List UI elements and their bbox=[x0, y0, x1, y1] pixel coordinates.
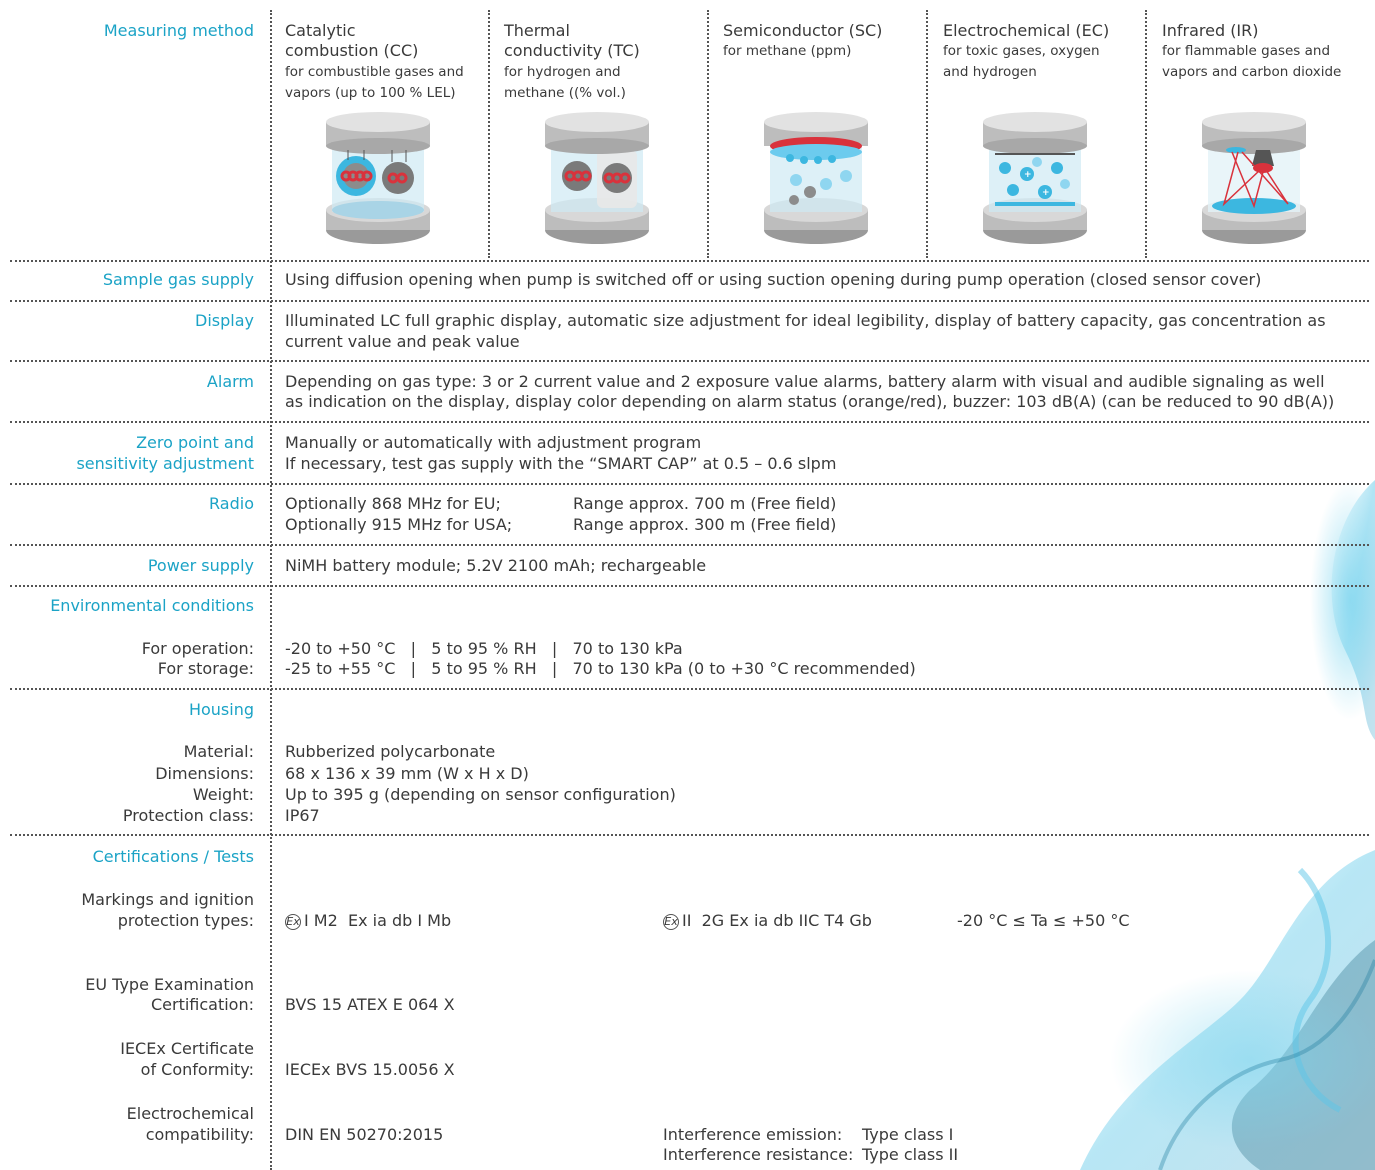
ex-icon: Ex bbox=[285, 914, 301, 930]
operation-label: For operation: bbox=[141, 639, 254, 658]
electrochemical-sensor-icon: ++ bbox=[983, 112, 1087, 244]
method-title: combustion (CC) bbox=[285, 41, 419, 60]
method-divider bbox=[488, 10, 490, 258]
zero-point-label: Zero point and bbox=[136, 433, 254, 452]
method-divider bbox=[926, 10, 928, 258]
svg-text:+: + bbox=[1024, 170, 1032, 180]
method-description: vapors (up to 100 % LEL) bbox=[285, 85, 456, 101]
sample-gas-supply-value: Using diffusion opening when pump is swi… bbox=[285, 270, 1262, 289]
marking-gas: Ex II 2G Ex ia db IIC T4 Gb bbox=[663, 911, 872, 930]
marking-mining: Ex I M2 Ex ia db I Mb bbox=[285, 911, 451, 930]
iecex-value: IECEx BVS 15.0056 X bbox=[285, 1060, 455, 1079]
display-label: Display bbox=[195, 311, 254, 330]
housing-field-value: Up to 395 g (depending on sensor configu… bbox=[285, 785, 676, 804]
section-divider bbox=[10, 421, 1369, 423]
section-divider bbox=[10, 688, 1369, 690]
catalytic-combustion-sensor-icon bbox=[326, 112, 430, 244]
emc-label: compatibility: bbox=[145, 1125, 254, 1144]
housing-label: Housing bbox=[188, 700, 254, 719]
marking-text: I M2 Ex ia db I Mb bbox=[304, 911, 452, 930]
method-title: Electrochemical (EC) bbox=[943, 21, 1110, 40]
alarm-value: as indication on the display, display co… bbox=[285, 392, 1335, 411]
display-value: Illuminated LC full graphic display, aut… bbox=[285, 311, 1326, 330]
section-divider bbox=[10, 544, 1369, 546]
alarm-label: Alarm bbox=[206, 372, 254, 391]
emission-label: Interference emission: bbox=[663, 1125, 843, 1144]
method-title: conductivity (TC) bbox=[504, 41, 640, 60]
emc-value: DIN EN 50270:2015 bbox=[285, 1125, 444, 1144]
sample-gas-supply-label: Sample gas supply bbox=[102, 270, 254, 289]
section-divider bbox=[10, 834, 1369, 836]
housing-field-label: Protection class: bbox=[122, 806, 254, 825]
svg-text:+: + bbox=[1042, 188, 1050, 198]
eu-type-label: EU Type Examination bbox=[85, 975, 254, 994]
section-divider bbox=[10, 585, 1369, 587]
housing-field-value: 68 x 136 x 39 mm (W x H x D) bbox=[285, 764, 529, 783]
method-title: Infrared (IR) bbox=[1162, 21, 1259, 40]
emission-value: Type class I bbox=[862, 1125, 954, 1144]
display-value: current value and peak value bbox=[285, 332, 520, 351]
operation-value: -20 to +50 °C | 5 to 95 % RH | 70 to 130… bbox=[285, 639, 683, 658]
markings-label: Markings and ignition bbox=[81, 890, 254, 909]
radio-range: Range approx. 300 m (Free field) bbox=[573, 515, 837, 534]
method-description: vapors and carbon dioxide bbox=[1162, 64, 1342, 80]
radio-range: Range approx. 700 m (Free field) bbox=[573, 494, 837, 513]
method-title: Thermal bbox=[504, 21, 570, 40]
measuring-method-label: Measuring method bbox=[103, 21, 254, 40]
iecex-label: IECEx Certificate bbox=[120, 1039, 254, 1058]
eu-type-value: BVS 15 ATEX E 064 X bbox=[285, 995, 455, 1014]
section-divider bbox=[10, 360, 1369, 362]
resistance-label: Interference resistance: bbox=[663, 1145, 854, 1164]
housing-field-label: Weight: bbox=[192, 785, 254, 804]
section-divider bbox=[10, 300, 1369, 302]
method-description: and hydrogen bbox=[943, 64, 1037, 80]
housing-field-value: Rubberized polycarbonate bbox=[285, 742, 496, 761]
emc-label: Electrochemical bbox=[126, 1104, 254, 1123]
method-divider bbox=[707, 10, 709, 258]
method-description: methane ((% vol.) bbox=[504, 85, 626, 101]
method-description: for toxic gases, oxygen bbox=[943, 43, 1100, 59]
housing-field-label: Material: bbox=[183, 742, 254, 761]
eu-type-label: Certification: bbox=[150, 995, 254, 1014]
power-supply-label: Power supply bbox=[147, 556, 254, 575]
section-divider bbox=[10, 483, 1369, 485]
radio-label: Radio bbox=[209, 494, 254, 513]
method-description: for flammable gases and bbox=[1162, 43, 1331, 59]
environmental-label: Environmental conditions bbox=[50, 596, 254, 615]
storage-value: -25 to +55 °C | 5 to 95 % RH | 70 to 130… bbox=[285, 659, 916, 678]
iecex-label: of Conformity: bbox=[140, 1060, 254, 1079]
marking-text: II 2G Ex ia db IIC T4 Gb bbox=[682, 911, 872, 930]
method-divider bbox=[1145, 10, 1147, 258]
ex-icon: Ex bbox=[663, 914, 679, 930]
resistance-value: Type class II bbox=[862, 1145, 959, 1164]
certifications-label: Certifications / Tests bbox=[92, 847, 254, 866]
ambient-temperature: -20 °C ≤ Ta ≤ +50 °C bbox=[957, 911, 1130, 930]
infrared-sensor-icon bbox=[1202, 112, 1306, 244]
method-description: for combustible gases and bbox=[285, 64, 464, 80]
zero-point-value: Manually or automatically with adjustmen… bbox=[285, 433, 702, 452]
zero-point-value: If necessary, test gas supply with the “… bbox=[285, 454, 837, 473]
zero-point-label: sensitivity adjustment bbox=[76, 454, 254, 473]
housing-field-value: IP67 bbox=[285, 806, 320, 825]
section-divider bbox=[10, 260, 1369, 262]
markings-label: protection types: bbox=[117, 911, 254, 930]
method-description: for hydrogen and bbox=[504, 64, 621, 80]
radio-frequency: Optionally 868 MHz for EU; bbox=[285, 494, 501, 513]
method-title: Catalytic bbox=[285, 21, 356, 40]
method-title: Semiconductor (SC) bbox=[723, 21, 883, 40]
storage-label: For storage: bbox=[157, 659, 254, 678]
column-divider bbox=[270, 10, 272, 1170]
alarm-value: Depending on gas type: 3 or 2 current va… bbox=[285, 372, 1325, 391]
thermal-conductivity-sensor-icon bbox=[545, 112, 649, 244]
power-supply-value: NiMH battery module; 5.2V 2100 mAh; rech… bbox=[285, 556, 707, 575]
radio-frequency: Optionally 915 MHz for USA; bbox=[285, 515, 513, 534]
housing-field-label: Dimensions: bbox=[155, 764, 254, 783]
method-description: for methane (ppm) bbox=[723, 43, 852, 59]
semiconductor-sensor-icon bbox=[764, 112, 868, 244]
